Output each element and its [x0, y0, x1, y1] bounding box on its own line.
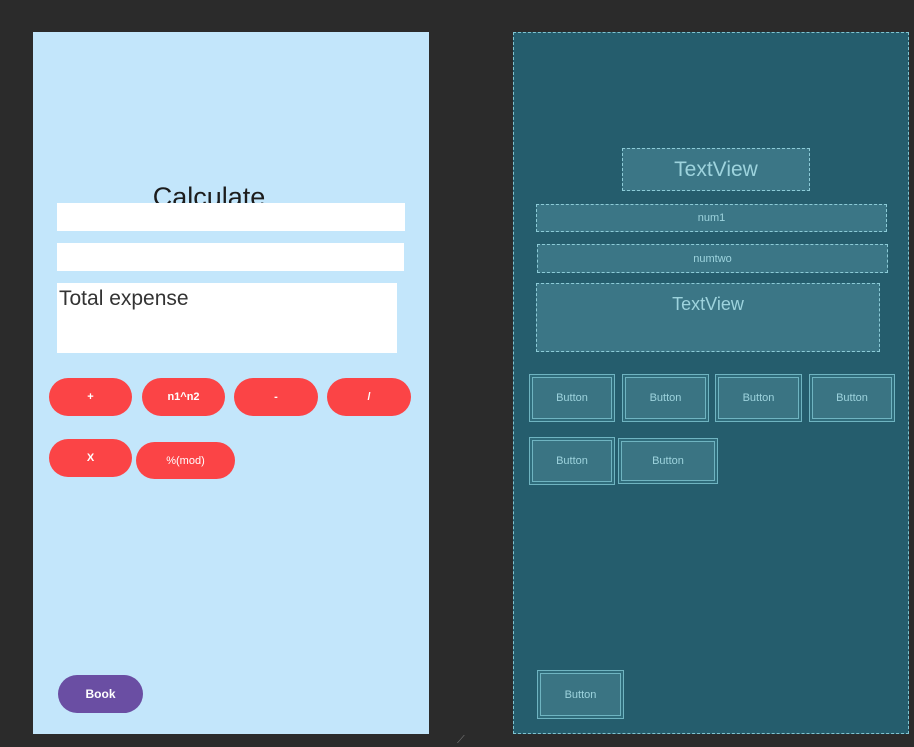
bp-numtwo[interactable]: numtwo: [537, 244, 888, 273]
total-expense-view: Total expense: [57, 283, 397, 353]
book-button[interactable]: Book: [58, 675, 143, 713]
bp-book-button[interactable]: Button: [537, 670, 624, 719]
design-preview: Calculate Total expense + n1^n2 - / X %(…: [33, 32, 429, 734]
bp-modulo-button[interactable]: Button: [618, 438, 718, 484]
bp-multiply-button[interactable]: Button: [529, 437, 615, 485]
bp-result-textview[interactable]: TextView: [536, 283, 880, 352]
num1-input[interactable]: [57, 203, 405, 231]
numtwo-input[interactable]: [57, 243, 404, 271]
resize-handle-icon[interactable]: ⟋: [457, 734, 469, 746]
modulo-button[interactable]: %(mod): [136, 442, 235, 479]
bp-subtract-button[interactable]: Button: [715, 374, 802, 422]
power-button[interactable]: n1^n2: [142, 378, 225, 416]
add-button[interactable]: +: [49, 378, 132, 416]
divide-button[interactable]: /: [327, 378, 411, 416]
bp-num1[interactable]: num1: [536, 204, 887, 232]
multiply-button[interactable]: X: [49, 439, 132, 477]
bp-add-button[interactable]: Button: [529, 374, 615, 422]
subtract-button[interactable]: -: [234, 378, 318, 416]
bp-title-textview[interactable]: TextView: [622, 148, 810, 191]
blueprint-preview: TextView num1 numtwo TextView Button But…: [513, 32, 909, 734]
bp-power-button[interactable]: Button: [622, 374, 709, 422]
bp-divide-button[interactable]: Button: [809, 374, 895, 422]
